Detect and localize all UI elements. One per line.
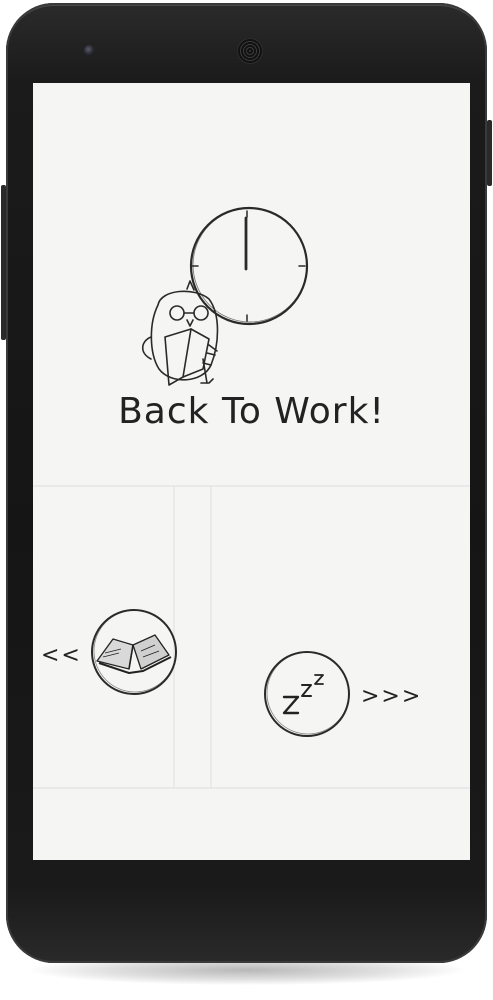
back-chevrons[interactable]: << (41, 643, 82, 668)
forward-chevrons[interactable]: >>> (361, 684, 422, 709)
front-camera-icon (84, 45, 95, 56)
open-book-icon (91, 609, 177, 695)
earpiece-speaker-icon (238, 39, 262, 63)
app-screen: Back To Work! << >>> (33, 83, 470, 860)
owl-reading-book-icon (141, 280, 219, 386)
screen-sketch-layer (33, 206, 470, 789)
sleep-zzz-icon (264, 651, 350, 737)
left-action-button[interactable] (89, 607, 179, 697)
power-button[interactable] (487, 120, 492, 186)
screen-title: Back To Work! (118, 391, 385, 432)
phone-frame: Back To Work! << >>> (6, 3, 487, 963)
right-action-button[interactable] (262, 649, 352, 739)
clock-icon (189, 206, 309, 326)
